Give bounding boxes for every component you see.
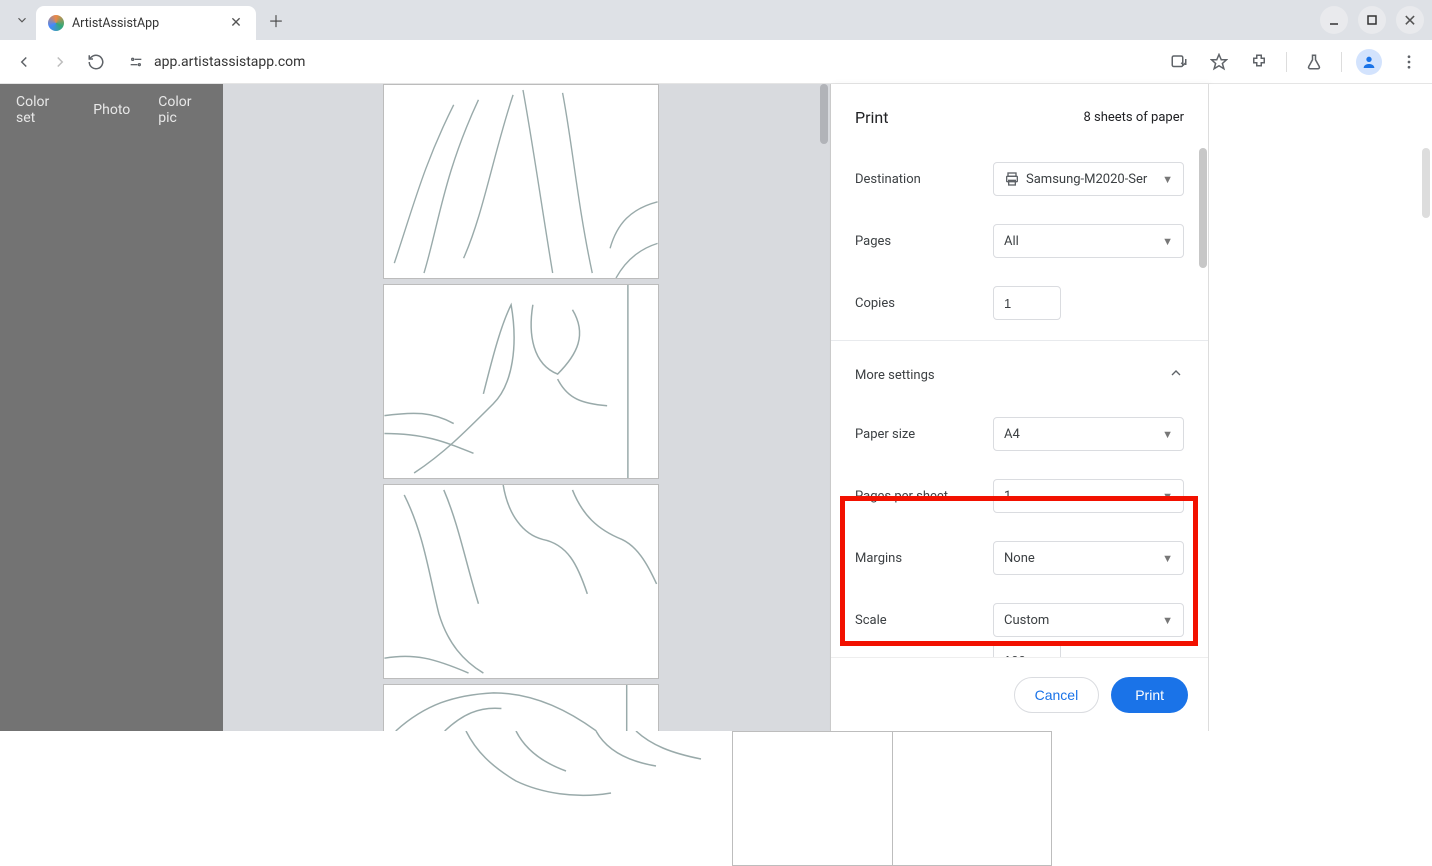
back-button[interactable]	[10, 48, 38, 76]
address-bar[interactable]: app.artistassistapp.com	[118, 46, 1158, 78]
copies-input[interactable]	[993, 286, 1061, 320]
paper-size-label: Paper size	[855, 427, 985, 442]
reload-button[interactable]	[82, 48, 110, 76]
menu-icon[interactable]	[1396, 49, 1422, 75]
profile-avatar[interactable]	[1356, 49, 1382, 75]
chevron-down-icon: ▼	[1162, 173, 1173, 186]
app-tab-colorset[interactable]: Color set	[16, 94, 65, 126]
chevron-down-icon: ▼	[1162, 552, 1173, 565]
pages-per-sheet-label: Pages per sheet	[855, 489, 985, 504]
printer-icon	[1004, 171, 1020, 187]
window-controls: ✕	[1320, 6, 1424, 34]
pages-per-sheet-select[interactable]: 1 ▼	[993, 479, 1184, 513]
sheets-count: 8 sheets of paper	[1083, 110, 1184, 125]
extensions-icon[interactable]	[1246, 49, 1272, 75]
background-content	[0, 731, 1432, 800]
install-app-icon[interactable]	[1166, 49, 1192, 75]
print-dialog: Print 8 sheets of paper Destination Sams…	[831, 84, 1209, 731]
preview-page	[383, 484, 659, 679]
pages-label: Pages	[855, 234, 985, 249]
destination-label: Destination	[855, 172, 985, 187]
more-settings-toggle[interactable]: More settings	[845, 347, 1194, 403]
print-title: Print	[855, 108, 888, 127]
print-preview-area	[223, 84, 831, 731]
tab-favicon	[48, 15, 64, 31]
chevron-down-icon: ▼	[1162, 490, 1173, 503]
new-tab-button[interactable]: ＋	[262, 6, 290, 34]
browser-tab-strip: ArtistAssistApp ✕ ＋ ✕	[0, 0, 1432, 40]
minimize-button[interactable]	[1320, 6, 1348, 34]
close-tab-icon[interactable]: ✕	[228, 15, 244, 31]
pages-select[interactable]: All ▼	[993, 224, 1184, 258]
tab-title: ArtistAssistApp	[72, 16, 220, 31]
modal-overlay-left: Color set Photo Color pic	[0, 84, 223, 800]
background-grid	[732, 731, 1052, 866]
scale-input[interactable]	[993, 643, 1061, 657]
labs-icon[interactable]	[1301, 49, 1327, 75]
chevron-up-icon	[1168, 365, 1184, 385]
preview-page	[383, 84, 659, 279]
margins-select[interactable]: None ▼	[993, 541, 1184, 575]
copies-label: Copies	[855, 296, 985, 311]
preview-scrollbar[interactable]	[818, 84, 830, 731]
forward-button[interactable]	[46, 48, 74, 76]
maximize-button[interactable]	[1358, 6, 1386, 34]
app-tab-photo[interactable]: Photo	[93, 102, 130, 118]
settings-scrollbar[interactable]	[1198, 148, 1208, 657]
close-window-button[interactable]: ✕	[1396, 6, 1424, 34]
scale-select[interactable]: Custom ▼	[993, 603, 1184, 637]
browser-toolbar: app.artistassistapp.com	[0, 40, 1432, 84]
background-sketch	[456, 731, 716, 801]
right-blank-panel	[1209, 84, 1432, 731]
margins-label: Margins	[855, 551, 985, 566]
paper-size-select[interactable]: A4 ▼	[993, 417, 1184, 451]
preview-page	[383, 284, 659, 479]
scale-label: Scale	[855, 613, 985, 628]
destination-select[interactable]: Samsung-M2020-Ser ▼	[993, 162, 1184, 196]
preview-page	[383, 684, 659, 731]
cancel-button[interactable]: Cancel	[1014, 677, 1100, 713]
url-text: app.artistassistapp.com	[154, 54, 305, 70]
browser-tab[interactable]: ArtistAssistApp ✕	[36, 6, 256, 40]
print-button[interactable]: Print	[1111, 677, 1188, 713]
chevron-down-icon: ▼	[1162, 235, 1173, 248]
app-tab-colorpic[interactable]: Color pic	[158, 94, 207, 126]
tab-search-dropdown[interactable]	[8, 6, 36, 34]
right-scrollbar[interactable]	[1422, 148, 1430, 218]
chevron-down-icon: ▼	[1162, 428, 1173, 441]
chevron-down-icon: ▼	[1162, 614, 1173, 627]
site-settings-icon[interactable]	[128, 54, 144, 70]
bookmark-icon[interactable]	[1206, 49, 1232, 75]
